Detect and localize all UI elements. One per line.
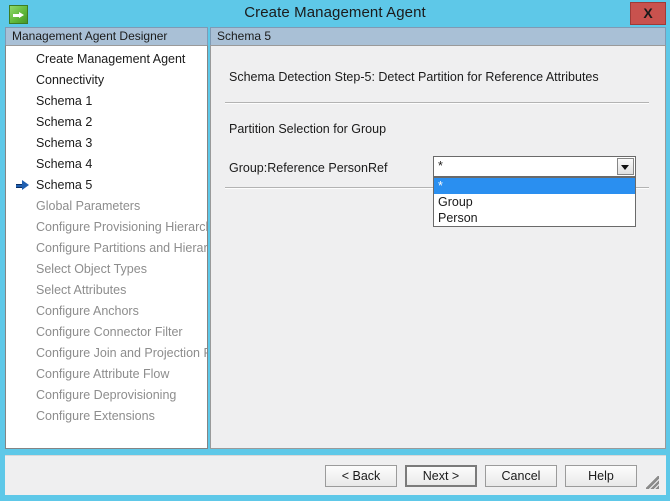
sidebar-item-label: Connectivity — [36, 73, 105, 87]
sidebar-item-label: Configure Anchors — [36, 304, 139, 318]
sidebar-item-configure-attribute-flow: Configure Attribute Flow — [6, 364, 207, 385]
help-button[interactable]: Help — [565, 465, 637, 487]
section-label: Partition Selection for Group — [229, 122, 387, 136]
sidebar-item-select-attributes: Select Attributes — [6, 280, 207, 301]
sidebar-item-connectivity[interactable]: Connectivity — [6, 70, 207, 91]
sidebar-item-configure-partitions-and-hierarchies: Configure Partitions and Hierarchies — [6, 238, 207, 259]
next-button[interactable]: Next > — [405, 465, 477, 487]
cancel-button[interactable]: Cancel — [485, 465, 557, 487]
content-panel: Schema Detection Step-5: Detect Partitio… — [210, 45, 666, 449]
sidebar-item-configure-extensions: Configure Extensions — [6, 406, 207, 427]
back-button[interactable]: < Back — [325, 465, 397, 487]
sidebar-item-configure-provisioning-hierarchy: Configure Provisioning Hierarchy — [6, 217, 207, 238]
sidebar-item-label: Configure Partitions and Hierarchies — [36, 241, 208, 255]
sidebar-item-global-parameters: Global Parameters — [6, 196, 207, 217]
chevron-down-icon[interactable] — [617, 158, 634, 175]
sidebar-item-label: Schema 3 — [36, 136, 93, 150]
current-step-arrow-icon — [16, 180, 30, 190]
sidebar-item-label: Schema 1 — [36, 94, 93, 108]
sidebar-item-schema-4[interactable]: Schema 4 — [6, 154, 207, 175]
sidebar-item-label: Schema 5 — [36, 178, 93, 192]
combobox-value: * — [438, 159, 443, 173]
sidebar-item-schema-5[interactable]: Schema 5 — [6, 175, 207, 196]
dropdown-option[interactable]: Group — [434, 194, 635, 210]
sidebar-item-schema-2[interactable]: Schema 2 — [6, 112, 207, 133]
sidebar-item-label: Configure Deprovisioning — [36, 388, 177, 402]
dropdown-option[interactable]: Person — [434, 210, 635, 226]
sidebar-item-schema-3[interactable]: Schema 3 — [6, 133, 207, 154]
close-button[interactable]: X — [630, 2, 666, 25]
content-header: Schema 5 — [210, 27, 666, 45]
divider-top — [225, 102, 649, 104]
field-label: Group:Reference PersonRef — [229, 161, 388, 175]
sidebar-item-label: Configure Connector Filter — [36, 325, 183, 339]
sidebar-item-select-object-types: Select Object Types — [6, 259, 207, 280]
sidebar-header: Management Agent Designer — [5, 27, 208, 45]
sidebar-item-create-management-agent[interactable]: Create Management Agent — [6, 49, 207, 70]
sidebar-item-label: Configure Join and Projection Rules — [36, 346, 207, 360]
sidebar-item-configure-deprovisioning: Configure Deprovisioning — [6, 385, 207, 406]
partition-combobox[interactable]: * — [433, 156, 636, 177]
sidebar-item-label: Select Attributes — [36, 283, 127, 297]
resize-grip[interactable] — [646, 476, 659, 489]
title-bar: Create Management Agent X — [0, 0, 670, 26]
sidebar-item-label: Global Parameters — [36, 199, 141, 213]
sidebar-item-label: Configure Attribute Flow — [36, 367, 170, 381]
sidebar-item-label: Configure Extensions — [36, 409, 155, 423]
sidebar-item-schema-1[interactable]: Schema 1 — [6, 91, 207, 112]
combobox-dropdown-list[interactable]: * Group Person — [433, 177, 636, 227]
sidebar-item-label: Create Management Agent — [36, 52, 186, 66]
dropdown-option[interactable]: * — [434, 178, 635, 194]
sidebar-nav-list: Create Management Agent Connectivity Schem… — [6, 46, 207, 427]
sidebar-panel: Create Management Agent Connectivity Schem… — [5, 45, 208, 449]
step-title: Schema Detection Step-5: Detect Partitio… — [229, 70, 599, 84]
sidebar-item-label: Configure Provisioning Hierarchy — [36, 220, 208, 234]
sidebar-item-label: Schema 2 — [36, 115, 93, 129]
window-title: Create Management Agent — [244, 4, 426, 21]
sidebar-item-label: Schema 4 — [36, 157, 93, 171]
dialog-window: Create Management Agent X Management Age… — [0, 0, 670, 501]
sidebar-item-configure-anchors: Configure Anchors — [6, 301, 207, 322]
sidebar-item-configure-join-and-projection-rules: Configure Join and Projection Rules — [6, 343, 207, 364]
dialog-footer: < Back Next > Cancel Help — [5, 455, 666, 495]
sidebar-item-configure-connector-filter: Configure Connector Filter — [6, 322, 207, 343]
sidebar-item-label: Select Object Types — [36, 262, 147, 276]
